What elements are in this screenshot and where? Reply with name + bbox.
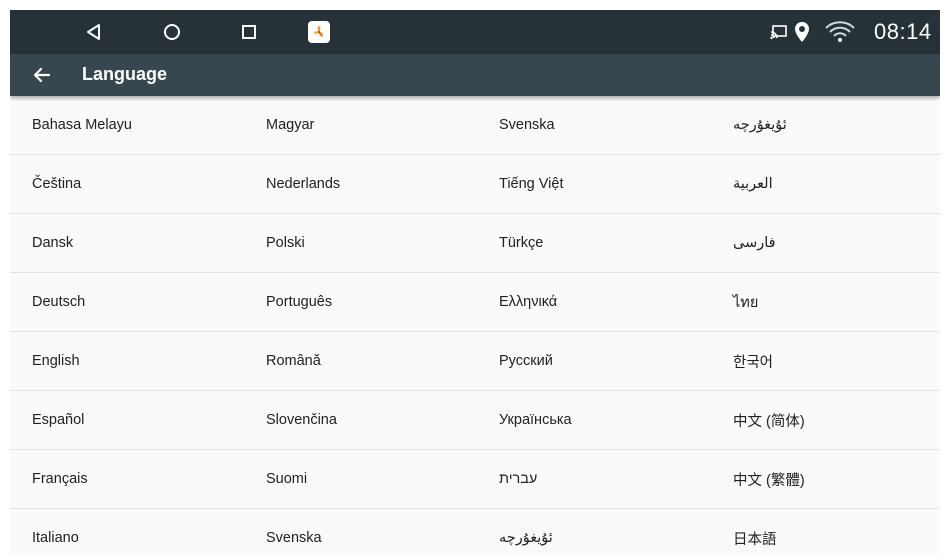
nav-back-button[interactable] xyxy=(80,18,108,46)
back-triangle-icon xyxy=(87,24,100,40)
home-circle-icon xyxy=(164,24,180,40)
cast-icon xyxy=(770,25,787,40)
app-bar: Language xyxy=(10,54,940,96)
language-item[interactable]: العربية xyxy=(711,155,940,214)
language-item[interactable]: Română xyxy=(244,332,477,391)
language-item[interactable]: 한국어 xyxy=(711,332,940,391)
language-item[interactable]: Bahasa Melayu xyxy=(10,96,244,155)
language-item[interactable]: Slovenčina xyxy=(244,391,477,450)
nav-home-button[interactable] xyxy=(158,18,186,46)
language-item[interactable]: فارسی xyxy=(711,214,940,273)
language-item[interactable]: Tiếng Việt xyxy=(477,155,711,214)
location-icon xyxy=(795,22,809,42)
language-item[interactable]: Svenska xyxy=(244,509,477,555)
app-notification-icon[interactable] xyxy=(308,21,330,43)
language-item[interactable]: 中文 (简体) xyxy=(711,391,940,450)
language-item[interactable]: Español xyxy=(10,391,244,450)
page-title: Language xyxy=(82,64,168,84)
language-item[interactable]: Dansk xyxy=(10,214,244,273)
language-item[interactable]: ไทย xyxy=(711,273,940,332)
language-item[interactable]: Suomi xyxy=(244,450,477,509)
back-arrow-icon[interactable] xyxy=(32,65,52,85)
language-item[interactable]: ئۇيغۇرچە xyxy=(711,96,940,155)
language-item[interactable]: ئۇيغۇرچە xyxy=(477,509,711,555)
language-item[interactable]: Ελληνικά xyxy=(477,273,711,332)
wifi-icon xyxy=(825,21,855,42)
language-item[interactable]: Português xyxy=(244,273,477,332)
status-clock: 08:14 xyxy=(874,19,932,44)
language-item[interactable]: Svenska xyxy=(477,96,711,155)
language-item[interactable]: Polski xyxy=(244,214,477,273)
language-item[interactable]: Türkçe xyxy=(477,214,711,273)
language-item[interactable]: Français xyxy=(10,450,244,509)
recents-square-icon xyxy=(242,25,256,39)
language-item[interactable]: Nederlands xyxy=(244,155,477,214)
status-bar: 08:14 xyxy=(10,10,940,54)
language-grid: Bahasa Melayu Magyar Svenska ئۇيغۇرچە Če… xyxy=(10,96,940,555)
language-item[interactable]: Italiano xyxy=(10,509,244,555)
language-item[interactable]: Русский xyxy=(477,332,711,391)
language-item[interactable]: 中文 (繁體) xyxy=(711,450,940,509)
nav-recents-button[interactable] xyxy=(235,18,263,46)
language-item[interactable]: Magyar xyxy=(244,96,477,155)
language-item[interactable]: Українська xyxy=(477,391,711,450)
language-item[interactable]: 日本語 xyxy=(711,509,940,555)
language-item[interactable]: עברית xyxy=(477,450,711,509)
android-screen: 08:14 Language Bahasa Melayu Magyar Sven… xyxy=(10,10,940,555)
fan-icon xyxy=(314,26,323,37)
language-item[interactable]: English xyxy=(10,332,244,391)
language-item[interactable]: Deutsch xyxy=(10,273,244,332)
language-item[interactable]: Čeština xyxy=(10,155,244,214)
